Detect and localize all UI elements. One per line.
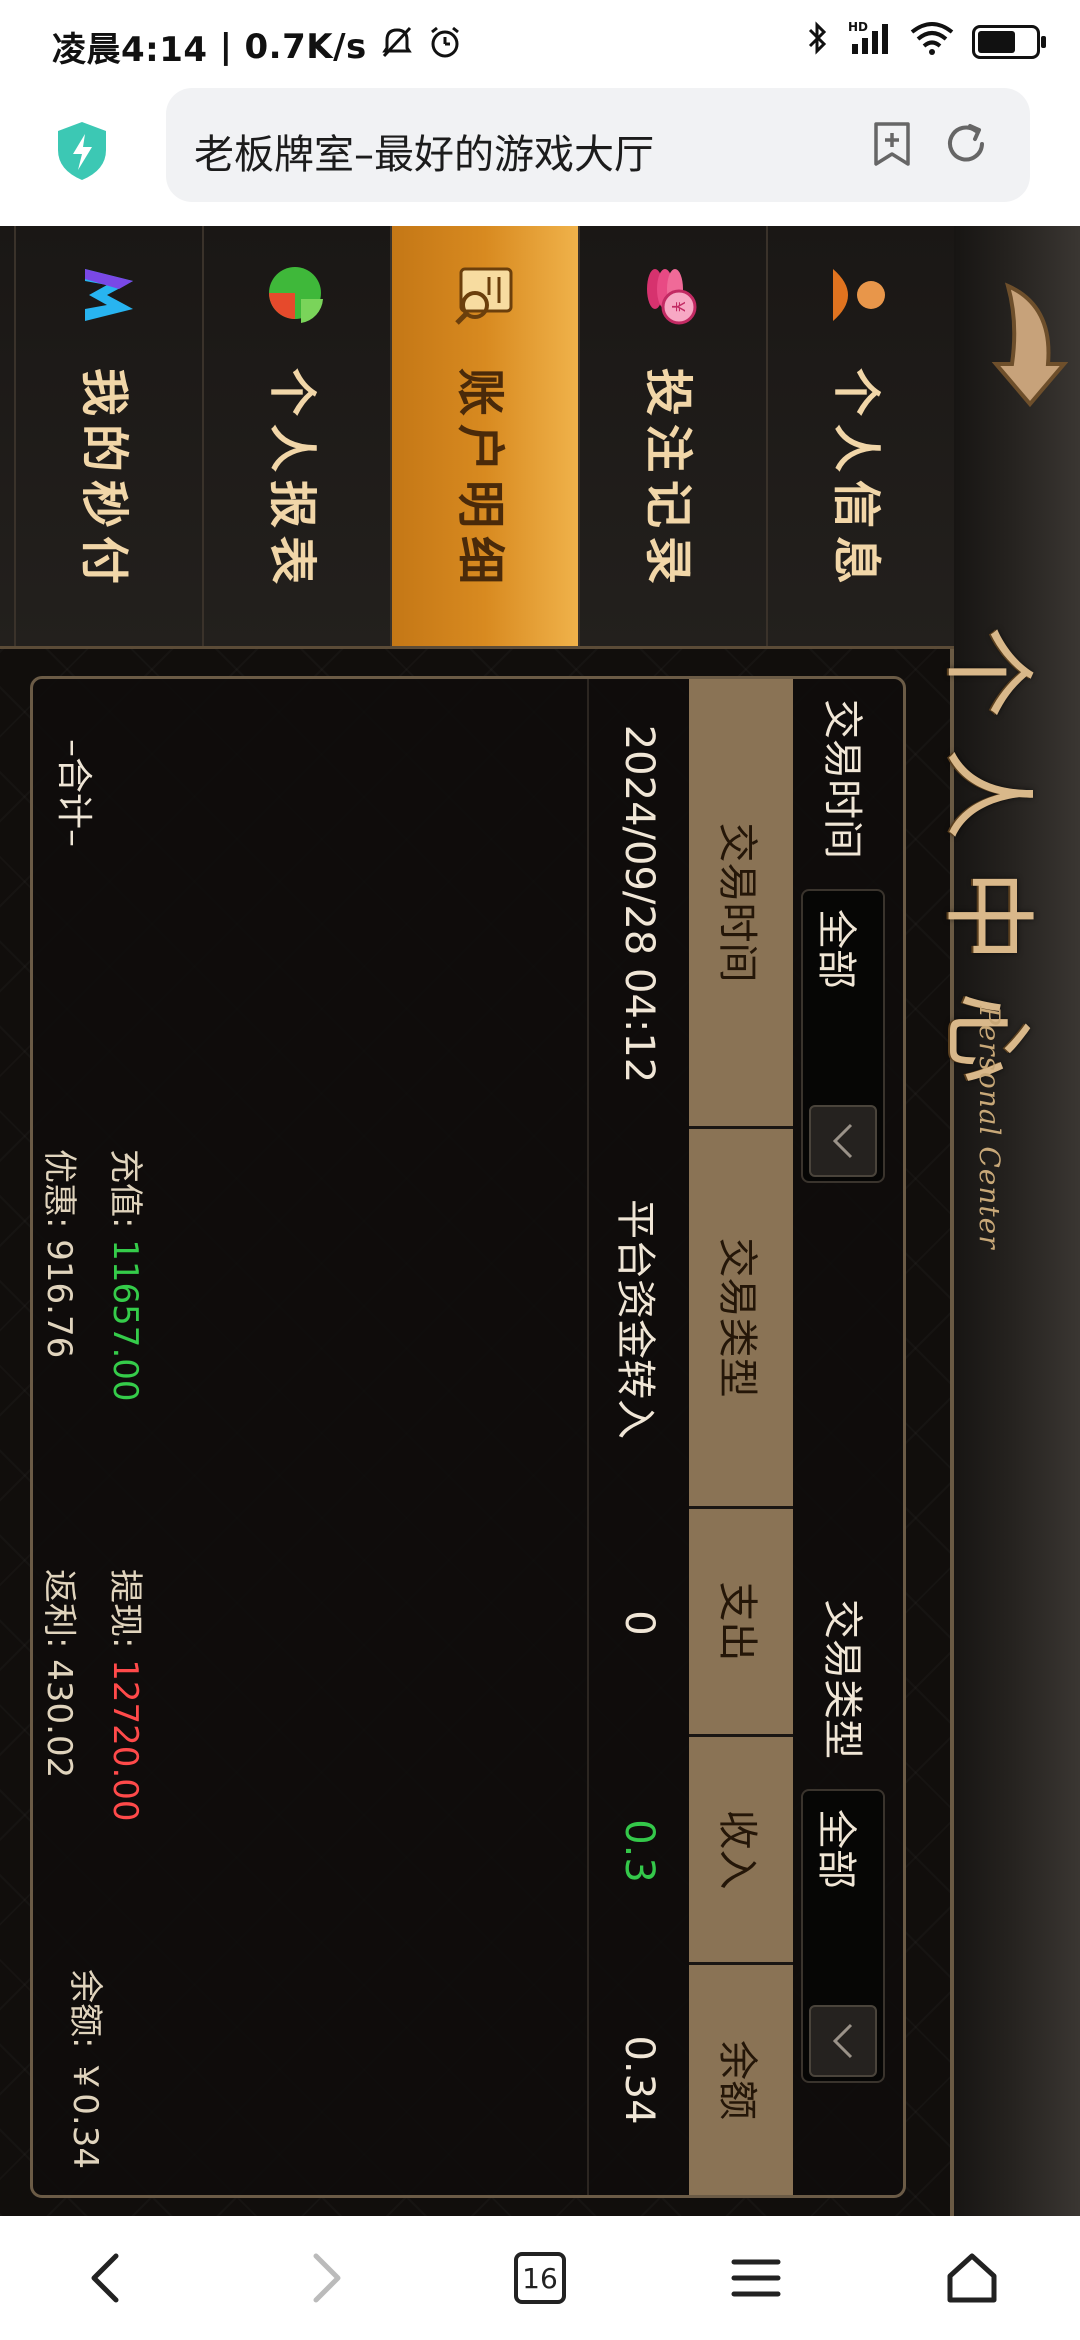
svg-text:¥: ¥ xyxy=(667,301,688,312)
type-filter-value: 全部 xyxy=(813,1809,859,1889)
tabs-button[interactable]: 16 xyxy=(500,2246,580,2310)
hd-label: HD xyxy=(848,20,868,34)
status-right: HD xyxy=(806,20,1046,64)
col-header-type: 交易类型 xyxy=(689,1129,793,1509)
page-title: 老板牌室–最好的游戏大厅 xyxy=(194,132,654,178)
browser-address-bar: 老板牌室–最好的游戏大厅 xyxy=(0,80,1080,226)
summary-rebate: 返利: 430.02 xyxy=(38,1569,87,1778)
time-filter-select[interactable]: 全部 xyxy=(801,889,885,1183)
clock: 凌晨4:14 xyxy=(52,30,208,70)
mute-icon xyxy=(379,24,415,69)
rebate-value: 430.02 xyxy=(39,1659,79,1779)
account-details-panel: 交易时间 全部 交易类型 全部 交易时间 交易类型 支出 收入 余额 2024/… xyxy=(30,676,906,2198)
cell-time: 2024/09/28 04:12 xyxy=(616,724,662,1084)
reload-icon[interactable] xyxy=(942,120,990,168)
pie-chart-icon xyxy=(262,260,332,330)
forward-nav-button[interactable] xyxy=(286,2246,366,2310)
col-header-income: 收入 xyxy=(689,1737,793,1965)
signal-icon: HD xyxy=(848,20,892,64)
withdraw-label: 提现: xyxy=(105,1569,145,1649)
table-header: 交易时间 交易类型 支出 收入 余额 xyxy=(689,679,793,2195)
tab-count: 16 xyxy=(514,2252,566,2304)
tab-label: 投注记录 xyxy=(640,368,696,593)
recharge-value: 11657.00 xyxy=(105,1239,145,1402)
personal-center-page: 个人中心 Personal Center 个人信息 ¥ 投注记录 账户明细 个人… xyxy=(0,226,1080,2216)
coins-icon: ¥ xyxy=(638,260,708,330)
person-icon xyxy=(826,260,896,330)
cell-type: 平台资金转入 xyxy=(612,1199,658,1439)
back-nav-button[interactable] xyxy=(66,2246,146,2310)
time-filter-value: 全部 xyxy=(813,909,859,989)
table-row: 2024/09/28 04:12 平台资金转入 0 0.3 0.34 xyxy=(587,679,689,2195)
m-logo-icon xyxy=(74,260,144,330)
menu-icon xyxy=(731,2259,781,2297)
cell-balance: 0.34 xyxy=(616,2035,662,2125)
col-header-balance: 余额 xyxy=(689,1965,793,2195)
back-arrow-icon xyxy=(991,282,1069,408)
battery-icon xyxy=(972,25,1046,59)
menu-button[interactable] xyxy=(716,2246,796,2310)
time-filter-label: 交易时间 xyxy=(819,699,865,859)
tab-bet-records[interactable]: ¥ 投注记录 xyxy=(578,226,766,646)
summary-recharge: 充值: 11657.00 xyxy=(104,1149,153,1402)
cell-expense: 0 xyxy=(616,1610,662,1636)
tab-label: 账户明细 xyxy=(452,368,508,593)
divider: | xyxy=(219,26,233,67)
tab-personal-info[interactable]: 个人信息 xyxy=(766,226,954,646)
tab-my-instant-pay[interactable]: 我的秒付 xyxy=(14,226,202,646)
chevron-down-icon[interactable] xyxy=(809,1105,877,1177)
home-icon xyxy=(947,2253,997,2303)
tab-label: 我的秒付 xyxy=(76,368,132,593)
chevron-down-icon[interactable] xyxy=(809,2005,877,2077)
type-filter-select[interactable]: 全部 xyxy=(801,1789,885,2083)
ledger-icon xyxy=(450,260,520,330)
url-field[interactable]: 老板牌室–最好的游戏大厅 xyxy=(166,88,1030,202)
cell-income: 0.3 xyxy=(616,1819,662,1883)
rebate-label: 返利: xyxy=(39,1569,79,1649)
status-left: 凌晨4:14 | 0.7K/s xyxy=(52,22,463,71)
col-header-expense: 支出 xyxy=(689,1509,793,1737)
page-subtitle: Personal Center xyxy=(973,1006,1006,1250)
balance-value: ￥0.34 xyxy=(65,2059,105,2169)
alarm-icon xyxy=(427,24,463,69)
home-button[interactable] xyxy=(932,2246,1012,2310)
browser-bottom-nav: 16 xyxy=(0,2216,1080,2340)
tab-account-details[interactable]: 账户明细 xyxy=(390,226,578,646)
tab-menu: 个人信息 ¥ 投注记录 账户明细 个人报表 我的秒付 xyxy=(0,226,954,649)
discount-value: 916.76 xyxy=(39,1239,79,1359)
type-filter-label: 交易类型 xyxy=(819,1599,865,1759)
tab-label: 个人信息 xyxy=(828,368,884,593)
back-button[interactable] xyxy=(968,276,1069,416)
network-speed: 0.7K/s xyxy=(244,26,367,67)
col-header-time: 交易时间 xyxy=(689,679,793,1129)
game-viewport: 个人中心 Personal Center 个人信息 ¥ 投注记录 账户明细 个人… xyxy=(0,226,1080,2216)
tab-personal-report[interactable]: 个人报表 xyxy=(202,226,390,646)
withdraw-value: 12720.00 xyxy=(105,1659,145,1822)
discount-label: 优惠: xyxy=(39,1149,79,1229)
summary-balance: 余额: ￥0.34 xyxy=(64,1969,113,2169)
summary-label: –合计– xyxy=(53,739,94,848)
balance-label: 余额: xyxy=(65,1969,105,2049)
tab-label: 个人报表 xyxy=(264,368,320,593)
wifi-icon xyxy=(910,20,954,64)
filter-row: 交易时间 全部 交易类型 全部 xyxy=(793,679,903,2195)
status-bar: 凌晨4:14 | 0.7K/s HD xyxy=(0,0,1080,80)
page-header: 个人中心 Personal Center xyxy=(934,226,1080,2216)
chevron-left-icon xyxy=(91,2253,119,2303)
add-bookmark-icon[interactable] xyxy=(872,120,912,168)
summary-withdraw: 提现: 12720.00 xyxy=(104,1569,153,1822)
bluetooth-icon xyxy=(806,20,830,64)
recharge-label: 充值: xyxy=(105,1149,145,1229)
summary-discount: 优惠: 916.76 xyxy=(38,1149,87,1358)
chevron-right-icon xyxy=(313,2253,341,2303)
security-shield-icon[interactable] xyxy=(56,120,108,182)
